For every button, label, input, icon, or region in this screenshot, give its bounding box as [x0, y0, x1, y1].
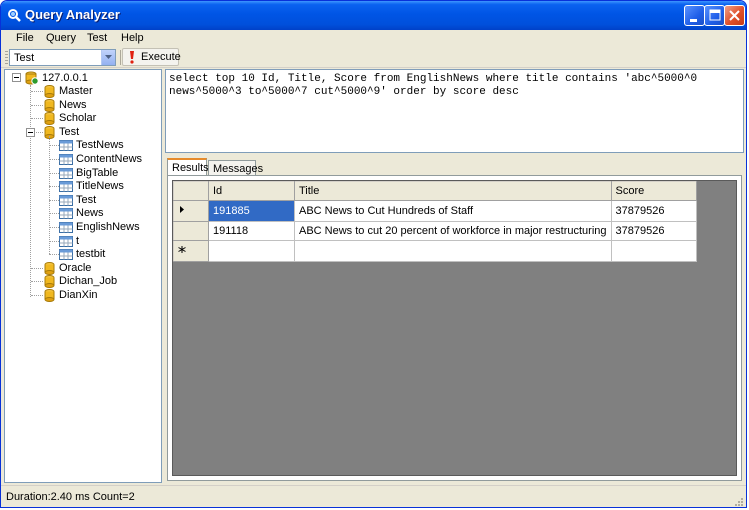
title-bar[interactable]: Query Analyzer	[1, 1, 746, 30]
tree-table-item[interactable]: TestNews	[76, 139, 124, 151]
tree-table-item[interactable]: Test	[76, 194, 96, 206]
table-icon	[59, 168, 73, 179]
tree-database-dianxin[interactable]: DianXin	[59, 289, 98, 301]
tree-table-item[interactable]: ContentNews	[76, 153, 142, 165]
tree-table-item[interactable]: TitleNews	[76, 180, 124, 192]
table-icon	[59, 249, 73, 260]
execute-button[interactable]: Execute	[122, 48, 181, 66]
database-icon	[44, 275, 55, 288]
table-row[interactable]: 191885 ABC News to Cut Hundreds of Staff…	[173, 200, 697, 222]
close-button[interactable]	[724, 5, 745, 26]
tree-table-item[interactable]: testbit	[76, 248, 105, 260]
database-icon	[44, 112, 55, 125]
cell-title[interactable]: ABC News to Cut Hundreds of Staff	[294, 200, 612, 222]
menu-test[interactable]: Test	[87, 32, 107, 44]
new-cell-title[interactable]	[294, 240, 612, 262]
resize-grip-icon[interactable]	[732, 495, 744, 507]
row-header[interactable]	[173, 221, 209, 241]
column-header-title[interactable]: Title	[294, 181, 612, 201]
table-icon	[59, 208, 73, 219]
minimize-button[interactable]	[684, 5, 705, 26]
new-row[interactable]	[173, 240, 697, 262]
maximize-icon	[709, 9, 721, 21]
database-select[interactable]: Test	[9, 49, 116, 66]
maximize-button[interactable]	[704, 5, 725, 26]
root-collapse-toggle[interactable]	[12, 73, 21, 82]
status-bar: Duration:2.40 ms Count=2	[1, 485, 746, 507]
tree-table-item[interactable]: t	[76, 235, 79, 247]
results-grid[interactable]: Id Title Score 191885 ABC News to Cut Hu…	[172, 180, 737, 476]
tree-root-label[interactable]: 127.0.0.1	[42, 72, 88, 84]
results-panel: Id Title Score 191885 ABC News to Cut Hu…	[167, 175, 742, 481]
new-cell-score[interactable]	[610, 240, 697, 262]
table-icon	[59, 236, 73, 247]
app-icon	[8, 9, 21, 22]
query-text[interactable]: select top 10 Id, Title, Score from Engl…	[169, 73, 729, 99]
server-icon	[25, 71, 39, 85]
chevron-down-icon	[105, 55, 112, 59]
cell-title[interactable]: ABC News to cut 20 percent of workforce …	[294, 221, 612, 241]
cell-score[interactable]: 37879526	[610, 221, 697, 241]
menu-bar: File Query Test Help	[1, 30, 746, 49]
menu-help[interactable]: Help	[121, 32, 144, 44]
exclamation-icon	[130, 51, 134, 64]
table-icon	[59, 154, 73, 165]
tree-database-master[interactable]: Master	[59, 85, 93, 97]
database-collapse-toggle[interactable]	[26, 128, 35, 137]
tree-table-item[interactable]: BigTable	[76, 167, 118, 179]
table-row[interactable]: 191118 ABC News to cut 20 percent of wor…	[173, 221, 697, 241]
cell-id[interactable]: 191885	[208, 200, 295, 222]
database-icon	[44, 289, 55, 302]
database-dropdown-button[interactable]	[101, 50, 115, 65]
object-tree: 127.0.0.1 Master News Scholar Test Oracle Dic…	[4, 69, 162, 483]
column-header-id[interactable]: Id	[208, 181, 295, 201]
execute-label: Execute	[141, 51, 181, 63]
menu-file[interactable]: File	[16, 32, 34, 44]
close-icon	[729, 10, 740, 21]
tab-messages[interactable]: Messages	[208, 160, 263, 176]
tree-database-oracle[interactable]: Oracle	[59, 262, 91, 274]
table-icon	[59, 140, 73, 151]
corner-header[interactable]	[173, 181, 209, 201]
tree-database-scholar[interactable]: Scholar	[59, 112, 96, 124]
row-header[interactable]	[173, 200, 209, 222]
tree-table-item[interactable]: News	[76, 207, 104, 219]
tree-database-news[interactable]: News	[59, 99, 87, 111]
header-row: Id Title Score	[173, 181, 697, 201]
tree-table-item[interactable]: EnglishNews	[76, 221, 140, 233]
database-select-value: Test	[14, 52, 35, 64]
database-icon	[44, 262, 55, 275]
menu-query[interactable]: Query	[46, 32, 76, 44]
asterisk-icon	[178, 246, 186, 253]
cell-id[interactable]: 191118	[208, 221, 295, 241]
database-icon	[44, 85, 55, 98]
tree-database-test[interactable]: Test	[59, 126, 79, 138]
toolbar-separator	[120, 50, 121, 65]
current-row-arrow-icon	[180, 206, 184, 213]
query-analyzer-window: Query Analyzer File Query Test Help Test…	[0, 0, 747, 508]
table-icon	[59, 181, 73, 192]
toolbar-grip[interactable]	[5, 51, 8, 65]
table-icon	[59, 195, 73, 206]
database-icon	[44, 99, 55, 112]
new-row-header[interactable]	[173, 240, 209, 262]
table-icon	[59, 222, 73, 233]
column-header-score[interactable]: Score	[610, 181, 697, 201]
cell-score[interactable]: 37879526	[610, 200, 697, 222]
new-cell-id[interactable]	[208, 240, 295, 262]
query-editor[interactable]: select top 10 Id, Title, Score from Engl…	[165, 69, 744, 153]
status-text: Duration:2.40 ms Count=2	[6, 491, 135, 503]
results-table: Id Title Score 191885 ABC News to Cut Hu…	[173, 181, 697, 262]
window-title: Query Analyzer	[25, 7, 120, 22]
minimize-icon	[690, 19, 697, 22]
tree-database-dichan-job[interactable]: Dichan_Job	[59, 275, 117, 287]
